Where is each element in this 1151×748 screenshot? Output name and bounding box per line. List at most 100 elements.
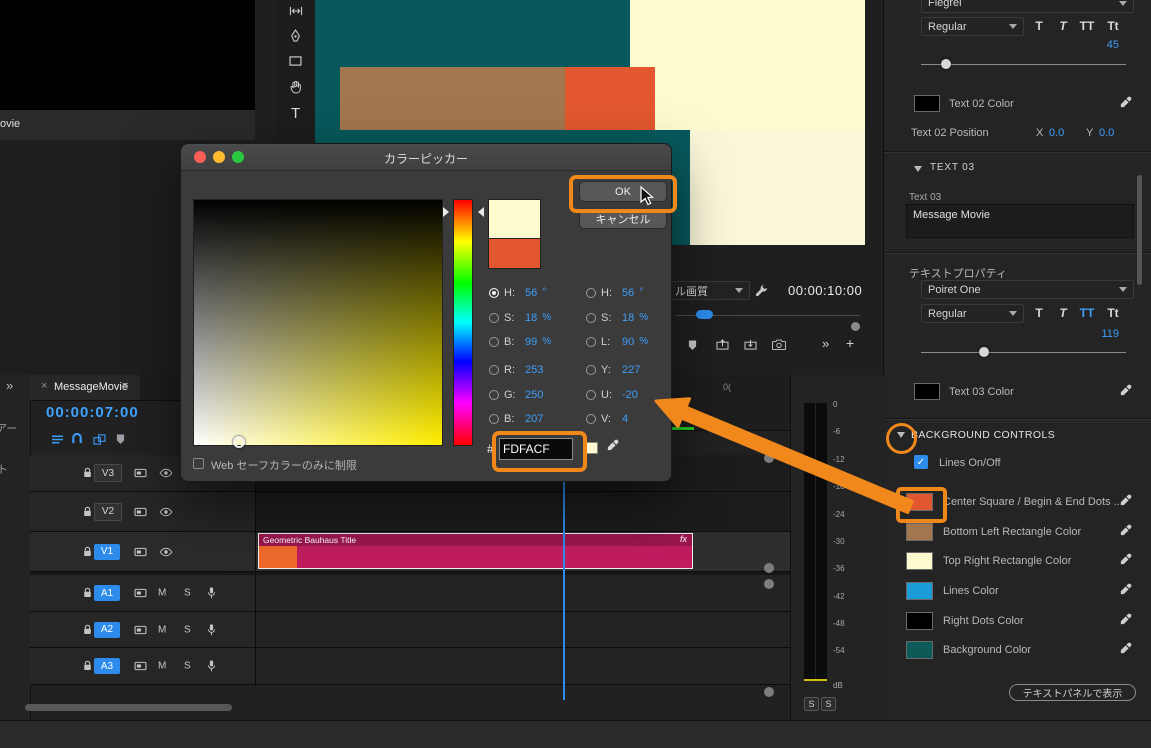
field-value[interactable]: 90 — [622, 336, 634, 348]
field-value[interactable]: 99 — [525, 336, 537, 348]
source-patch-icon[interactable] — [134, 468, 147, 478]
eyedropper-icon[interactable] — [1119, 553, 1132, 566]
add-button-icon[interactable]: + — [846, 335, 854, 351]
lines-onoff-checkbox[interactable]: ✓ — [914, 455, 928, 469]
font-size-slider-2[interactable] — [921, 352, 1126, 353]
snap-icon[interactable] — [71, 433, 83, 445]
field-value[interactable]: 253 — [525, 364, 543, 376]
x-position-value[interactable]: 0.0 — [1049, 127, 1064, 139]
field-value[interactable]: 227 — [622, 364, 640, 376]
scrollbar-dot[interactable] — [764, 579, 774, 589]
field-value[interactable]: 18 — [622, 312, 634, 324]
font-size-value-1[interactable]: 45 — [1084, 39, 1119, 51]
text03-section-header[interactable]: TEXT 03 — [930, 162, 975, 173]
eyedropper-icon[interactable] — [1119, 96, 1132, 109]
eyedropper-icon[interactable] — [1119, 384, 1132, 397]
top-right-rect-color-swatch[interactable] — [906, 552, 933, 570]
track-badge-v2[interactable]: V2 — [94, 502, 122, 521]
websafe-checkbox[interactable] — [193, 458, 204, 469]
faux-bold-button[interactable]: T — [1029, 304, 1049, 322]
export-frame-icon[interactable] — [772, 339, 786, 350]
rectangle-tool-icon[interactable] — [289, 56, 302, 66]
track-badge-v1[interactable]: V1 — [94, 543, 120, 560]
all-caps-button[interactable]: TT — [1077, 17, 1097, 35]
panel-tab-fragment[interactable]: ovie — [0, 118, 20, 130]
solo-left-button[interactable]: S — [804, 697, 819, 711]
font-size-value-2[interactable]: 119 — [1084, 328, 1119, 340]
eyedropper-icon[interactable] — [1119, 494, 1132, 507]
track-content-v2[interactable] — [255, 492, 790, 532]
track-badge-a2[interactable]: A2 — [94, 621, 120, 638]
radio[interactable] — [489, 312, 499, 323]
lock-icon[interactable] — [82, 546, 93, 558]
close-tab-icon[interactable]: × — [41, 380, 47, 392]
chevron-down-icon[interactable] — [914, 166, 922, 176]
background-controls-header[interactable]: BACKGROUND CONTROLS — [911, 429, 1055, 441]
clip-title-bar[interactable]: Geometric Bauhaus Title fx — [259, 534, 692, 546]
source-patch-icon[interactable] — [134, 588, 147, 598]
solo-button[interactable]: S — [184, 661, 191, 672]
font-size-slider-1[interactable] — [921, 64, 1126, 65]
track-content-v1[interactable]: Geometric Bauhaus Title fx — [255, 532, 790, 572]
text02-color-swatch[interactable] — [914, 95, 940, 112]
playhead-timecode[interactable]: 00:00:07:00 — [46, 404, 139, 421]
eyedropper-icon[interactable] — [606, 439, 619, 452]
track-content-a1[interactable] — [255, 575, 790, 612]
font-size-slider-thumb-1[interactable] — [941, 59, 951, 69]
font-style-dropdown-2[interactable]: Regular — [921, 304, 1024, 323]
color-field-indicator[interactable] — [233, 436, 245, 448]
radio[interactable] — [586, 287, 596, 298]
voiceover-mic-icon[interactable] — [207, 623, 216, 636]
text03-color-swatch[interactable] — [914, 383, 940, 400]
eyedropper-icon[interactable] — [1119, 613, 1132, 626]
track-content-a3[interactable] — [255, 648, 790, 685]
track-badge-a3[interactable]: A3 — [94, 658, 120, 674]
lift-icon[interactable] — [716, 339, 729, 350]
field-value[interactable]: 56 — [622, 287, 634, 299]
panel-menu-icon[interactable]: ≡ — [122, 380, 128, 392]
eyedropper-icon[interactable] — [1119, 583, 1132, 596]
dialog-title-bar[interactable]: カラーピッカー — [181, 144, 671, 171]
field-value[interactable]: 4 — [622, 413, 628, 425]
track-output-icon[interactable] — [159, 507, 173, 516]
horizontal-scrollbar[interactable] — [25, 704, 232, 711]
small-caps-button[interactable]: Tt — [1103, 17, 1123, 35]
mute-button[interactable]: M — [158, 624, 166, 635]
scrollbar-dot[interactable] — [764, 687, 774, 697]
radio[interactable] — [586, 312, 596, 323]
playback-quality-dropdown[interactable]: ル画質 — [668, 281, 750, 300]
voiceover-mic-icon[interactable] — [207, 587, 216, 600]
radio-selected[interactable] — [489, 287, 499, 298]
radio[interactable] — [489, 336, 499, 347]
faux-bold-button[interactable]: T — [1029, 17, 1049, 35]
hand-tool-icon[interactable] — [290, 80, 302, 94]
track-output-icon[interactable] — [159, 468, 173, 478]
faux-italic-button[interactable]: T — [1053, 304, 1073, 322]
font-family-dropdown-2[interactable]: Poiret One — [921, 280, 1134, 299]
show-text-panel-button[interactable]: テキストパネルで表示 — [1009, 684, 1136, 701]
track-output-icon[interactable] — [159, 547, 173, 556]
add-marker-icon[interactable] — [688, 339, 697, 351]
radio[interactable] — [489, 364, 499, 375]
source-patch-icon[interactable] — [134, 661, 147, 671]
y-position-value[interactable]: 0.0 — [1099, 127, 1114, 139]
radio[interactable] — [586, 336, 596, 347]
lock-icon[interactable] — [82, 506, 93, 518]
track-badge-a1[interactable]: A1 — [94, 585, 120, 601]
scrollbar-dot[interactable] — [764, 563, 774, 573]
lines-color-swatch[interactable] — [906, 582, 933, 600]
width-tool-icon[interactable] — [289, 5, 303, 17]
source-patch-icon[interactable] — [134, 625, 147, 635]
text03-textarea[interactable]: Message Movie — [906, 204, 1134, 238]
radio[interactable] — [586, 389, 596, 400]
faux-italic-button[interactable]: T — [1053, 17, 1073, 35]
tab-messagemovie[interactable]: × MessageMovie ≡ — [30, 375, 140, 400]
button-editor-icon[interactable]: » — [822, 336, 829, 351]
all-caps-button-active[interactable]: TT — [1077, 304, 1097, 322]
eyedropper-icon[interactable] — [1119, 524, 1132, 537]
font-size-slider-thumb-2[interactable] — [979, 347, 989, 357]
monitor-zoom-thumb[interactable] — [696, 310, 713, 319]
field-value[interactable]: 18 — [525, 312, 537, 324]
tab-label[interactable]: MessageMovie — [54, 381, 128, 393]
marker-icon[interactable] — [116, 433, 125, 445]
